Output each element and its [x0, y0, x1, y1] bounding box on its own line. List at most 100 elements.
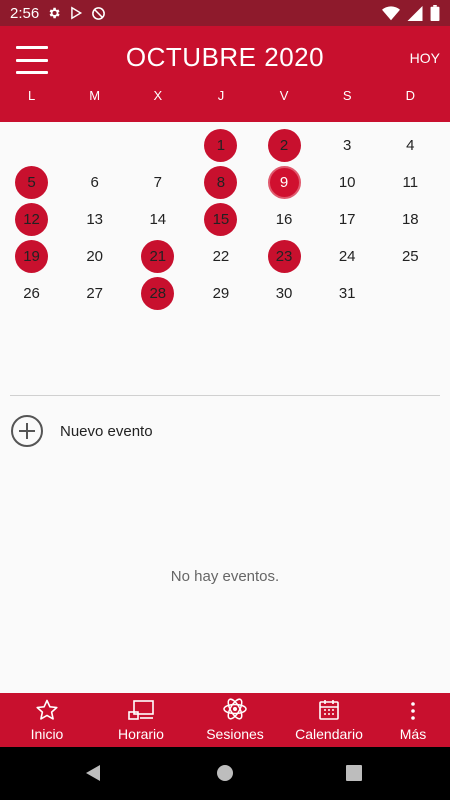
weekday-header: L M X J V S D [0, 88, 450, 103]
calendar-day-number: 11 [402, 174, 419, 191]
calendar-day-number: 25 [401, 248, 419, 265]
weekday-label: J [217, 88, 225, 103]
calendar-day[interactable]: 21 [126, 238, 189, 275]
calendar-day[interactable]: 16 [253, 201, 316, 238]
calendar-grid: 1 2 3 4 5 6 7 8 9 10 11 12 13 14 15 16 17 18 19 20 21 22 23 24 2… [0, 127, 450, 312]
calendar-week-row: 19 20 21 22 23 24 25 [0, 238, 450, 275]
calendar-day-number: 31 [338, 285, 356, 302]
calendar-day[interactable]: 14 [126, 201, 189, 238]
home-icon[interactable] [216, 763, 234, 783]
add-circle-icon [11, 415, 43, 447]
system-navigation-bar [0, 747, 450, 800]
calendar-day[interactable]: 28 [126, 275, 189, 312]
calendar-day-number: 27 [86, 285, 104, 302]
calendar-day-number: 24 [338, 248, 356, 265]
hamburger-menu-icon[interactable] [16, 46, 48, 74]
calendar-day[interactable]: 9 [253, 164, 316, 201]
calendar-day-number: 5 [15, 166, 49, 199]
weekday-label: X [153, 88, 163, 103]
calendar-day[interactable]: 17 [316, 201, 379, 238]
signal-icon [407, 5, 423, 21]
more-vertical-icon [411, 702, 415, 720]
calendar-day[interactable]: 24 [316, 238, 379, 275]
calendar-day-number: 29 [212, 285, 230, 302]
calendar-day[interactable]: 25 [379, 238, 442, 275]
calendar-day[interactable]: 15 [189, 201, 252, 238]
page-title: OCTUBRE 2020 [125, 42, 325, 72]
nav-item-horario[interactable]: Horario [94, 693, 188, 747]
nav-item-calendario[interactable]: Calendario [282, 693, 376, 747]
calendar-day[interactable]: 10 [316, 164, 379, 201]
calendar-day-number: 16 [275, 211, 293, 228]
play-store-icon [69, 6, 83, 20]
calendar-day-number: 20 [86, 248, 104, 265]
calendar-day[interactable]: 13 [63, 201, 126, 238]
calendar-day[interactable]: 27 [63, 275, 126, 312]
recents-icon[interactable] [345, 763, 363, 783]
calendar-day[interactable]: 19 [0, 238, 63, 275]
nav-label: Calendario [295, 726, 363, 742]
status-bar: 2:56 [0, 0, 450, 26]
calendar-day-number: 14 [149, 211, 167, 228]
calendar-day[interactable]: 1 [189, 127, 252, 164]
calendar-empty-cell [0, 127, 63, 164]
calendar-day-number: 22 [212, 248, 230, 265]
calendar-day[interactable]: 2 [253, 127, 316, 164]
calendar-empty-cell [63, 127, 126, 164]
app-header: OCTUBRE 2020 HOY L M X J V S D [0, 26, 450, 122]
calendar-day-number: 15 [204, 203, 238, 236]
bottom-navigation: Inicio Horario Sesiones Calendario Más [0, 693, 450, 747]
nav-item-mas[interactable]: Más [376, 693, 450, 747]
back-icon[interactable] [84, 763, 104, 783]
calendar-day[interactable]: 22 [189, 238, 252, 275]
calendar-empty-cell [126, 127, 189, 164]
nav-item-sesiones[interactable]: Sesiones [188, 693, 282, 747]
calendar-week-row: 12 3 4 [0, 127, 450, 164]
weekday-label: D [405, 88, 415, 103]
calendar-week-row: 5 6 7 8 9 10 11 [0, 164, 450, 201]
calendar-day[interactable]: 6 [63, 164, 126, 201]
calendar-day[interactable]: 5 [0, 164, 63, 201]
calendar-day[interactable]: 31 [316, 275, 379, 312]
calendar-day[interactable]: 20 [63, 238, 126, 275]
calendar-day-number: 10 [338, 174, 356, 191]
calendar-empty-cell [379, 275, 442, 312]
calendar-day-number: 6 [90, 174, 99, 191]
calendar-day[interactable]: 4 [379, 127, 442, 164]
calendar-day[interactable]: 7 [126, 164, 189, 201]
calendar-day-number: 7 [153, 174, 162, 191]
calendar-day-number: 12 [15, 203, 49, 236]
calendar-day-number: 8 [204, 166, 238, 199]
calendar-day[interactable]: 3 [316, 127, 379, 164]
calendar-day-number: 4 [406, 137, 415, 154]
calendar-day[interactable]: 8 [189, 164, 252, 201]
calendar-day[interactable]: 26 [0, 275, 63, 312]
calendar-day[interactable]: 12 [0, 201, 63, 238]
weekday-label: S [342, 88, 352, 103]
schedule-icon [128, 700, 154, 720]
empty-events-message: No hay eventos. [170, 568, 280, 585]
new-event-button[interactable]: Nuevo evento [10, 414, 153, 448]
nav-item-inicio[interactable]: Inicio [0, 693, 94, 747]
battery-icon [430, 5, 440, 21]
weekday-label: M [89, 88, 101, 103]
calendar-week-row: 12 13 14 15 16 17 18 [0, 201, 450, 238]
nav-label: Horario [118, 726, 164, 742]
today-button[interactable]: HOY [406, 48, 444, 68]
calendar-day[interactable]: 23 [253, 238, 316, 275]
calendar-day[interactable]: 18 [379, 201, 442, 238]
calendar-day-number: 26 [23, 285, 40, 302]
calendar-day-number: 13 [86, 211, 104, 228]
weekday-label: V [279, 88, 289, 103]
calendar-day-number: 3 [343, 137, 352, 154]
calendar-day[interactable]: 30 [253, 275, 316, 312]
calendar-day-number: 1 [204, 129, 238, 162]
calendar-day-number: 30 [275, 285, 293, 302]
calendar-day[interactable]: 11 [379, 164, 442, 201]
calendar-day-number: 18 [401, 211, 419, 228]
nav-label: Sesiones [206, 726, 264, 742]
gear-icon [47, 6, 61, 20]
calendar-day[interactable]: 29 [189, 275, 252, 312]
weekday-label: L [27, 88, 36, 103]
calendar-day-number: 19 [15, 240, 49, 273]
